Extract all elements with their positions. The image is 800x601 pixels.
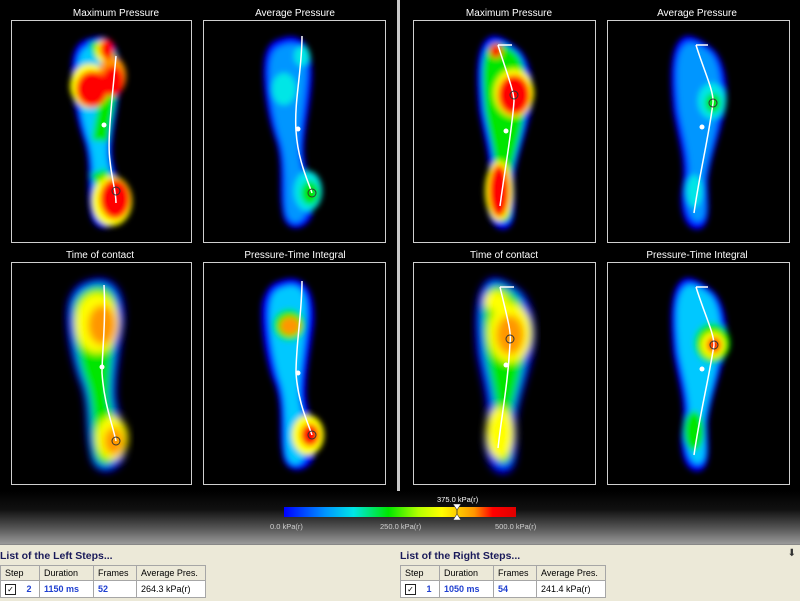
- step-cell[interactable]: ✓ 1: [400, 580, 440, 598]
- foot-heatmap-left-toc: [66, 278, 128, 472]
- scale-threshold-marker-icon[interactable]: [453, 504, 461, 520]
- column-header-average-pres[interactable]: Average Pres.: [536, 565, 606, 581]
- column-header-step[interactable]: Step: [0, 565, 40, 581]
- checkbox-checked-icon[interactable]: ✓: [405, 583, 416, 595]
- table-row[interactable]: ✓ 1 1050 ms 54 241.4 kPa(r): [400, 580, 606, 598]
- panel-right-maximum-pressure[interactable]: [413, 20, 596, 243]
- panel-title-right-max: Maximum Pressure: [465, 8, 553, 19]
- left-steps-header[interactable]: List of the Left Steps...: [0, 550, 113, 562]
- column-header-step[interactable]: Step: [400, 565, 440, 581]
- left-steps-table: Step Duration Frames Average Pres. ✓ 2 1…: [0, 565, 206, 598]
- pressure-viewer: Maximum Pressure Average Pressure Time o…: [0, 0, 800, 491]
- foot-heatmap-left-max: [70, 36, 132, 229]
- step-cell[interactable]: ✓ 2: [0, 580, 40, 598]
- panel-title-left-avg: Average Pressure: [255, 8, 335, 19]
- column-header-frames[interactable]: Frames: [93, 565, 137, 581]
- foot-heatmap-right-toc: [475, 277, 535, 474]
- column-header-duration[interactable]: Duration: [439, 565, 494, 581]
- foot-heatmap-left-avg: [263, 35, 322, 229]
- duration-cell: 1150 ms: [39, 580, 94, 598]
- foot-heatmap-right-avg: [671, 35, 727, 230]
- right-steps-header[interactable]: List of the Right Steps...: [400, 550, 520, 562]
- steps-panel: List of the Left Steps... List of the Ri…: [0, 544, 800, 601]
- frames-cell: 52: [93, 580, 137, 598]
- pressure-color-scale[interactable]: [284, 507, 516, 517]
- scale-marker-label: 375.0 kPa(r): [437, 495, 479, 504]
- column-header-duration[interactable]: Duration: [39, 565, 94, 581]
- scale-min-label: 0.0 kPa(r): [270, 522, 303, 531]
- foot-heatmap-right-max: [477, 35, 534, 230]
- checkbox-checked-icon[interactable]: ✓: [5, 583, 16, 595]
- foot-heatmap-left-pti: [261, 278, 324, 471]
- scale-max-label: 500.0 kPa(r): [495, 522, 537, 531]
- panel-title-right-avg: Average Pressure: [657, 8, 737, 19]
- panel-left-maximum-pressure[interactable]: [11, 20, 192, 243]
- panel-right-pressure-time-integral[interactable]: [607, 262, 790, 485]
- table-header-row: Step Duration Frames Average Pres.: [400, 565, 606, 581]
- duration-cell: 1050 ms: [439, 580, 494, 598]
- panel-title-left-max: Maximum Pressure: [72, 8, 160, 19]
- step-number: 2: [26, 583, 32, 594]
- step-number: 1: [426, 583, 432, 594]
- table-row[interactable]: ✓ 2 1150 ms 52 264.3 kPa(r): [0, 580, 206, 598]
- color-scale-area: [0, 491, 800, 544]
- left-right-divider[interactable]: [397, 0, 400, 491]
- right-steps-table: Step Duration Frames Average Pres. ✓ 1 1…: [400, 565, 606, 598]
- scale-mid-label: 250.0 kPa(r): [380, 522, 422, 531]
- table-header-row: Step Duration Frames Average Pres.: [0, 565, 206, 581]
- foot-heatmap-right-pti: [671, 277, 730, 472]
- average-pres-cell: 264.3 kPa(r): [136, 580, 206, 598]
- double-chevron-down-icon[interactable]: ⬇: [788, 548, 796, 559]
- panel-right-time-of-contact[interactable]: [413, 262, 596, 485]
- panel-title-left-pti: Pressure-Time Integral: [244, 250, 346, 261]
- panel-left-pressure-time-integral[interactable]: [203, 262, 386, 485]
- column-header-average-pres[interactable]: Average Pres.: [136, 565, 206, 581]
- panel-left-average-pressure[interactable]: [203, 20, 386, 243]
- panel-title-right-pti: Pressure-Time Integral: [646, 250, 748, 261]
- panel-title-right-toc: Time of contact: [470, 250, 538, 261]
- column-header-frames[interactable]: Frames: [493, 565, 537, 581]
- panel-left-time-of-contact[interactable]: [11, 262, 192, 485]
- panel-right-average-pressure[interactable]: [607, 20, 790, 243]
- average-pres-cell: 241.4 kPa(r): [536, 580, 606, 598]
- frames-cell: 54: [493, 580, 537, 598]
- panel-title-left-toc: Time of contact: [66, 250, 134, 261]
